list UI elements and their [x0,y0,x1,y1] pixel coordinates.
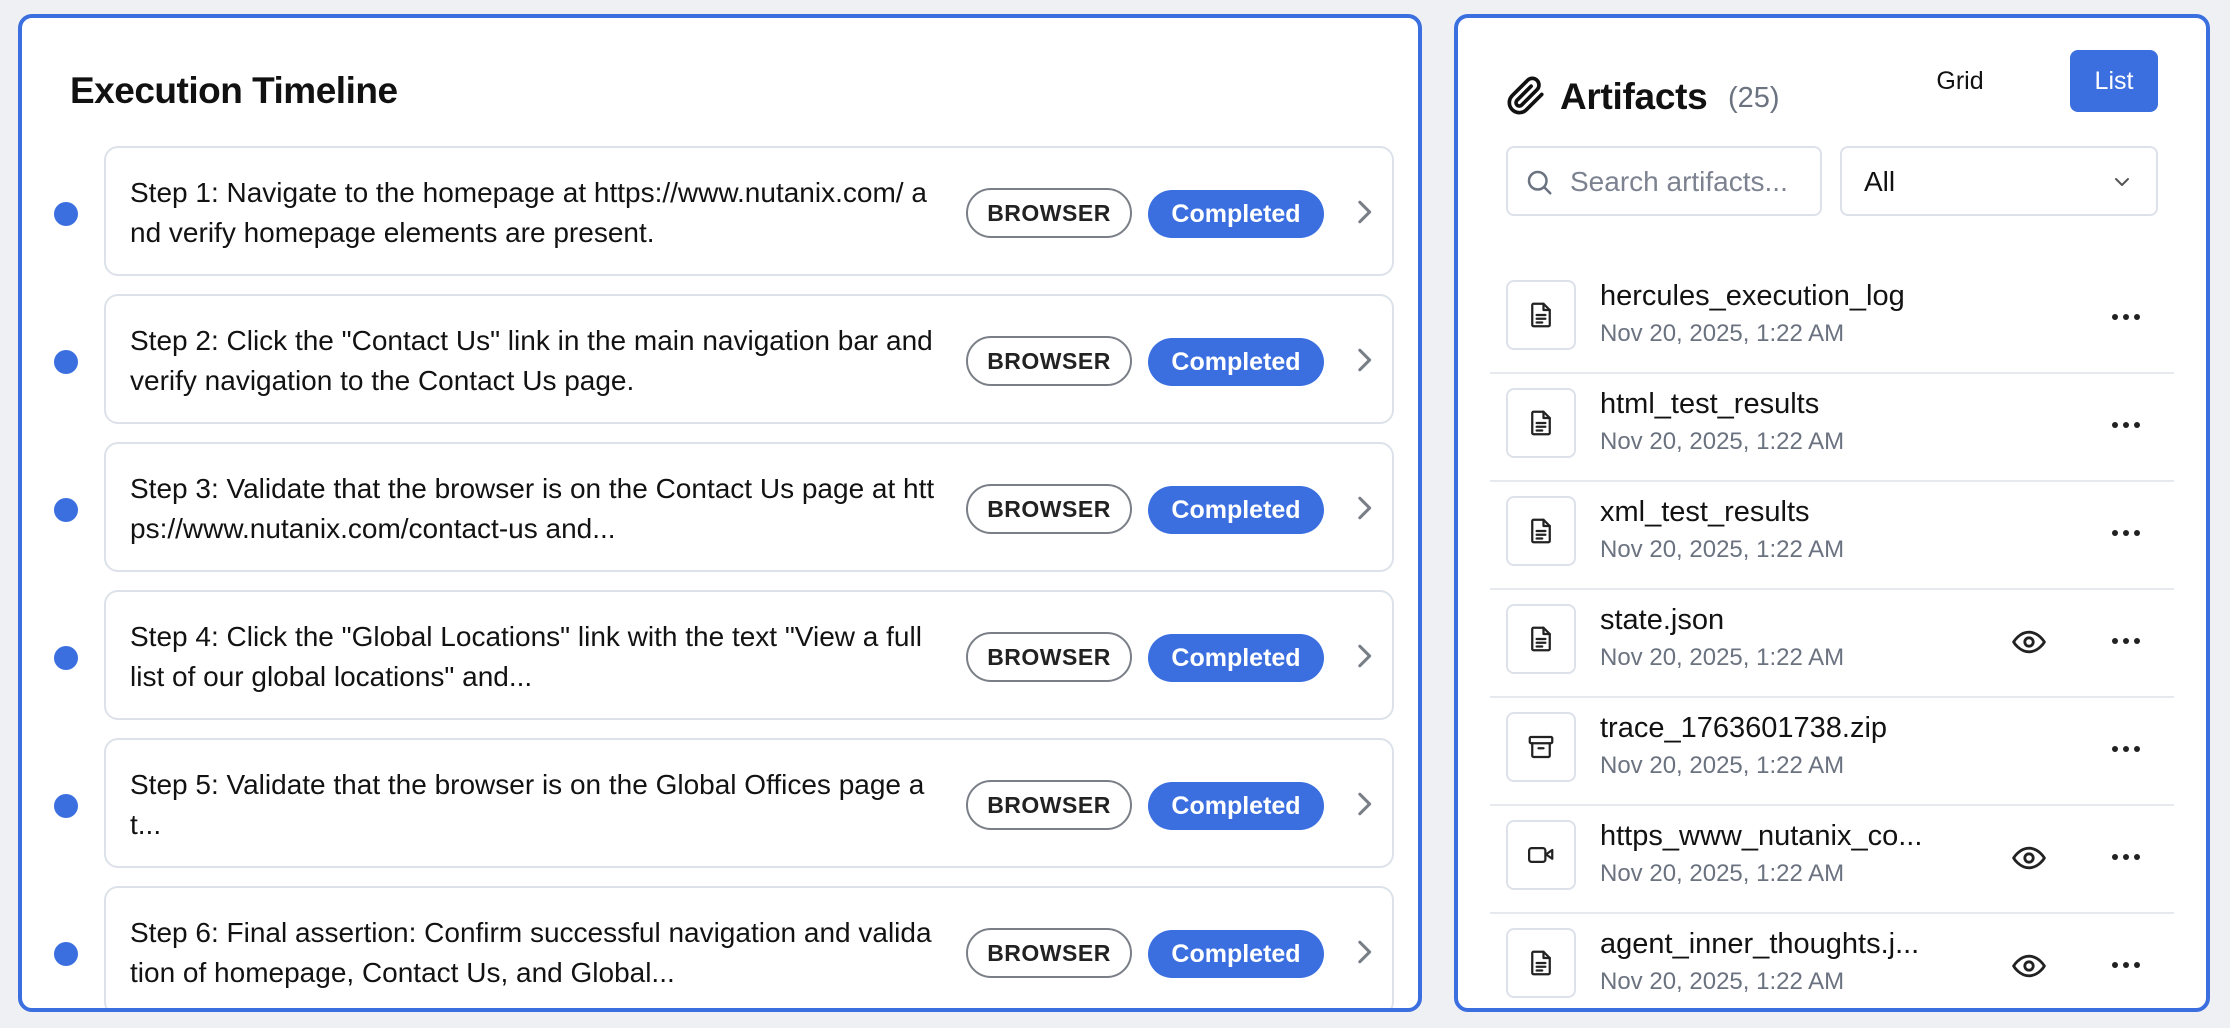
chevron-right-icon[interactable] [1344,192,1384,232]
artifact-name: xml_test_results [1600,496,1810,528]
step-description: Step 6: Final assertion: Confirm success… [130,917,932,988]
eye-icon[interactable] [2012,952,2048,980]
step-status-badge: Completed [1148,782,1324,830]
artifacts-count: (25) [1728,82,1780,114]
grid-view-button[interactable]: Grid [1910,50,2010,112]
timeline-step: Step 3: Validate that the browser is on … [22,442,1418,590]
more-options-icon[interactable] [2106,734,2146,764]
timeline-title: Execution Timeline [70,70,398,111]
video-icon [1506,820,1576,890]
step-card[interactable]: Step 2: Click the "Contact Us" link in t… [104,294,1394,424]
archive-icon [1506,712,1576,782]
step-status-dot [54,794,78,818]
list-view-button[interactable]: List [2070,50,2158,112]
artifact-date: Nov 20, 2025, 1:22 AM [1600,968,1845,995]
artifact-item[interactable]: https_www_nutanix_co... Nov 20, 2025, 1:… [1490,806,2174,914]
step-description: Step 1: Navigate to the homepage at http… [130,177,927,248]
chevron-right-icon[interactable] [1344,932,1384,972]
step-type-badge: BROWSER [966,188,1132,238]
step-type-badge: BROWSER [966,336,1132,386]
artifact-item[interactable]: agent_inner_thoughts.j... Nov 20, 2025, … [1490,914,2174,1008]
step-status-dot [54,942,78,966]
paperclip-icon [1506,76,1546,121]
step-type-badge: BROWSER [966,928,1132,978]
chevron-down-icon [2110,170,2134,199]
artifacts-panel: Artifacts (25) Grid List Search artifact… [1454,14,2210,1012]
step-description: Step 3: Validate that the browser is on … [130,473,935,544]
timeline-step: Step 6: Final assertion: Confirm success… [22,886,1418,1008]
step-status-badge: Completed [1148,634,1324,682]
search-placeholder: Search artifacts... [1570,166,1788,197]
step-type-badge: BROWSER [966,780,1132,830]
step-description: Step 4: Click the "Global Locations" lin… [130,621,922,692]
more-options-icon[interactable] [2106,626,2146,656]
chevron-right-icon[interactable] [1344,636,1384,676]
artifact-item[interactable]: state.json Nov 20, 2025, 1:22 AM [1490,590,2174,698]
step-card[interactable]: Step 4: Click the "Global Locations" lin… [104,590,1394,720]
artifact-item[interactable]: hercules_execution_log Nov 20, 2025, 1:2… [1490,266,2174,374]
artifact-name: https_www_nutanix_co... [1600,820,1923,852]
search-icon [1524,167,1554,202]
artifact-date: Nov 20, 2025, 1:22 AM [1600,320,1845,347]
step-status-badge: Completed [1148,930,1324,978]
artifacts-list: hercules_execution_log Nov 20, 2025, 1:2… [1490,266,2174,1008]
more-options-icon[interactable] [2106,518,2146,548]
step-status-badge: Completed [1148,190,1324,238]
artifact-name: state.json [1600,604,1725,636]
timeline-step: Step 1: Navigate to the homepage at http… [22,146,1418,294]
chevron-right-icon[interactable] [1344,784,1384,824]
artifact-date: Nov 20, 2025, 1:22 AM [1600,860,1845,887]
step-card[interactable]: Step 3: Validate that the browser is on … [104,442,1394,572]
timeline-step: Step 2: Click the "Contact Us" link in t… [22,294,1418,442]
step-type-badge: BROWSER [966,632,1132,682]
timeline-step: Step 5: Validate that the browser is on … [22,738,1418,886]
artifact-date: Nov 20, 2025, 1:22 AM [1600,644,1845,671]
more-options-icon[interactable] [2106,410,2146,440]
step-card[interactable]: Step 5: Validate that the browser is on … [104,738,1394,868]
step-card[interactable]: Step 6: Final assertion: Confirm success… [104,886,1394,1008]
more-options-icon[interactable] [2106,302,2146,332]
artifact-name: hercules_execution_log [1600,280,1905,312]
step-card[interactable]: Step 1: Navigate to the homepage at http… [104,146,1394,276]
artifact-date: Nov 20, 2025, 1:22 AM [1600,536,1845,563]
filter-selected-value: All [1864,166,1896,197]
timeline-step: Step 4: Click the "Global Locations" lin… [22,590,1418,738]
artifact-date: Nov 20, 2025, 1:22 AM [1600,752,1845,779]
document-icon [1506,280,1576,350]
step-status-dot [54,646,78,670]
timeline-steps: Step 1: Navigate to the homepage at http… [22,146,1418,1008]
search-artifacts-input[interactable]: Search artifacts... [1506,146,1822,216]
document-icon [1506,496,1576,566]
artifact-item[interactable]: html_test_results Nov 20, 2025, 1:22 AM [1490,374,2174,482]
step-status-dot [54,350,78,374]
step-status-badge: Completed [1148,338,1324,386]
artifact-date: Nov 20, 2025, 1:22 AM [1600,428,1845,455]
artifact-item[interactable]: xml_test_results Nov 20, 2025, 1:22 AM [1490,482,2174,590]
chevron-right-icon[interactable] [1344,488,1384,528]
artifact-type-filter[interactable]: All [1840,146,2158,216]
more-options-icon[interactable] [2106,842,2146,872]
artifact-name: trace_1763601738.zip [1600,712,1888,744]
step-type-badge: BROWSER [966,484,1132,534]
step-status-badge: Completed [1148,486,1324,534]
artifact-item[interactable]: trace_1763601738.zip Nov 20, 2025, 1:22 … [1490,698,2174,806]
document-icon [1506,388,1576,458]
eye-icon[interactable] [2012,844,2048,872]
artifact-name: agent_inner_thoughts.j... [1600,928,1920,960]
more-options-icon[interactable] [2106,950,2146,980]
step-status-dot [54,202,78,226]
step-description: Step 5: Validate that the browser is on … [130,769,925,840]
artifact-name: html_test_results [1600,388,1820,420]
chevron-right-icon[interactable] [1344,340,1384,380]
step-description: Step 2: Click the "Contact Us" link in t… [130,325,933,396]
artifacts-title: Artifacts [1560,76,1708,117]
eye-icon[interactable] [2012,628,2048,656]
step-status-dot [54,498,78,522]
document-icon [1506,604,1576,674]
document-icon [1506,928,1576,998]
execution-timeline-panel: Execution Timeline Step 1: Navigate to t… [18,14,1422,1012]
